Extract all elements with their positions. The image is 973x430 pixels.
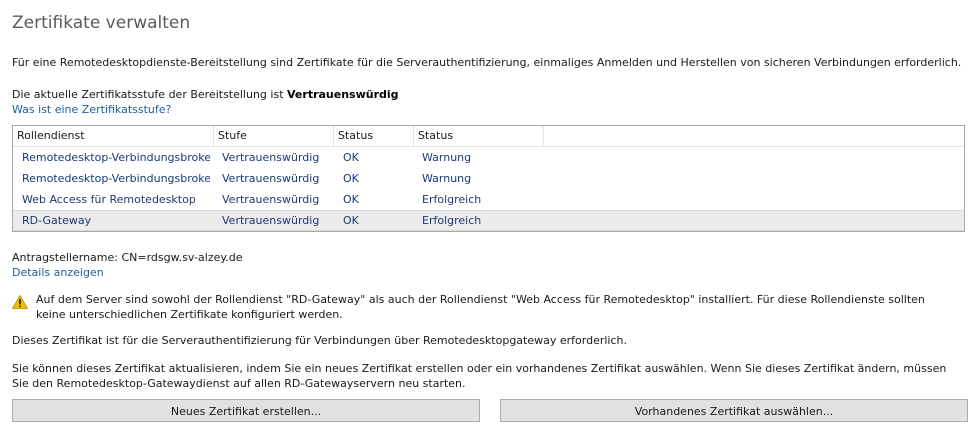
page-title: Zertifikate verwalten <box>12 13 191 33</box>
certificate-level-label: Die aktuelle Zertifikatsstufe der Bereit… <box>12 88 288 101</box>
column-header-level[interactable]: Stufe <box>214 126 334 146</box>
applicant-name: Antragstellername: CN=rdsgw.sv-alzey.de <box>12 251 243 264</box>
role-cell: Web Access für Remotedesktop <box>22 193 196 206</box>
status2-cell: Warnung <box>422 151 472 164</box>
info-text-1: Dieses Zertifikat ist für die Serverauth… <box>12 334 627 347</box>
column-header-status[interactable]: Status <box>334 126 414 146</box>
status-cell: OK <box>343 193 359 206</box>
role-services-table: Rollendienst Stufe Status Status Remoted… <box>12 125 965 232</box>
column-header-role[interactable]: Rollendienst <box>13 126 214 146</box>
warning-icon <box>12 295 28 309</box>
select-existing-certificate-button[interactable]: Vorhandenes Zertifikat auswählen... <box>500 399 968 422</box>
level-cell: Vertrauenswürdig <box>222 193 320 206</box>
intro-text: Für eine Remotedesktopdienste-Bereitstel… <box>12 56 962 69</box>
role-cell: RD-Gateway <box>22 214 92 227</box>
table-row[interactable]: Remotedesktop-Verbindungsbroker Vertraue… <box>13 147 964 168</box>
role-cell: Remotedesktop-Verbindungsbroker <box>22 172 210 185</box>
status2-cell: Erfolgreich <box>422 193 482 206</box>
status-cell: OK <box>343 151 359 164</box>
status2-cell: Warnung <box>422 172 472 185</box>
level-cell: Vertrauenswürdig <box>222 172 320 185</box>
info-text-2: Sie können dieses Zertifikat aktualisier… <box>12 362 947 390</box>
table-header: Rollendienst Stufe Status Status <box>13 126 964 147</box>
table-row-selected[interactable]: RD-Gateway Vertrauenswürdig OK Erfolgrei… <box>13 210 964 231</box>
certificate-level-value: Vertrauenswürdig <box>287 88 399 101</box>
column-header-status-2[interactable]: Status <box>414 126 544 146</box>
role-cell: Remotedesktop-Verbindungsbroker <box>22 151 210 164</box>
create-new-certificate-button[interactable]: Neues Zertifikat erstellen... <box>12 399 480 422</box>
table-row[interactable]: Remotedesktop-Verbindungsbroker Vertraue… <box>13 168 964 189</box>
show-details-link[interactable]: Details anzeigen <box>12 266 104 279</box>
status-cell: OK <box>343 214 359 227</box>
status2-cell: Erfolgreich <box>422 214 482 227</box>
table-row[interactable]: Web Access für Remotedesktop Vertrauensw… <box>13 189 964 210</box>
status-cell: OK <box>343 172 359 185</box>
level-cell: Vertrauenswürdig <box>222 151 320 164</box>
certificate-level: Die aktuelle Zertifikatsstufe der Bereit… <box>12 88 399 101</box>
certificate-level-link[interactable]: Was ist eine Zertifikatsstufe? <box>12 103 171 116</box>
warning-message: Auf dem Server sind sowohl der Rollendie… <box>36 293 925 321</box>
level-cell: Vertrauenswürdig <box>222 214 320 227</box>
